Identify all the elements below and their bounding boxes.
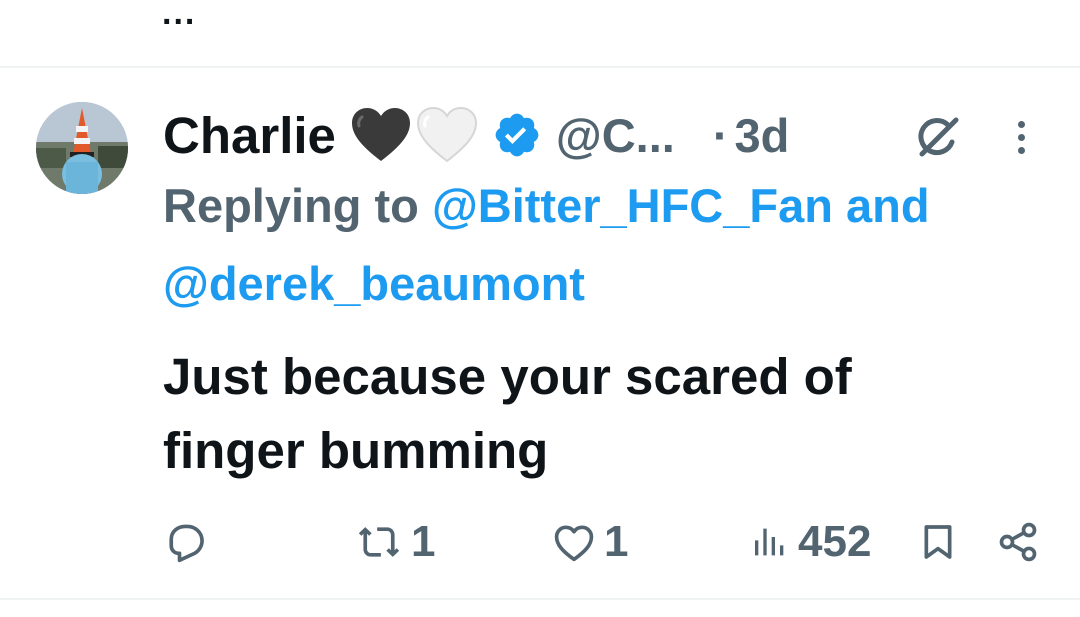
black-heart-icon [351, 108, 410, 161]
view-count: 452 [798, 517, 872, 566]
like-button[interactable]: 1 [552, 512, 628, 572]
retweet-icon [358, 527, 400, 557]
replying-to-conjunction[interactable]: and [846, 179, 930, 232]
author-handle[interactable]: @C... [556, 108, 675, 163]
verified-badge-icon[interactable] [492, 110, 542, 160]
replying-to-label: Replying to [163, 179, 419, 232]
like-count: 1 [604, 517, 629, 566]
separator-dot: · [712, 108, 729, 162]
grok-icon[interactable] [912, 112, 962, 167]
tweet-text-line: Just because your scared of [163, 348, 852, 405]
previous-tweet-ellipsis: ... [162, 0, 197, 32]
bookmark-icon [924, 525, 952, 559]
replying-to: Replying to @Bitter_HFC_Fan and [163, 178, 930, 233]
bookmark-button[interactable] [918, 512, 958, 572]
reply-button[interactable] [163, 512, 215, 572]
retweet-count: 1 [411, 517, 436, 566]
tweet-actions: 1 1 452 [0, 512, 1080, 572]
like-icon [554, 525, 594, 562]
retweet-button[interactable]: 1 [355, 512, 435, 572]
more-options-icon[interactable] [1006, 115, 1036, 159]
white-heart-icon [416, 107, 477, 163]
share-button[interactable] [996, 512, 1040, 572]
replying-to-line-2: @derek_beaumont [163, 256, 585, 311]
name-emoji [350, 107, 478, 163]
timestamp[interactable]: 3d [735, 108, 790, 163]
replying-to-user-1[interactable]: @Bitter_HFC_Fan [432, 179, 833, 232]
author-name[interactable]: Charlie [163, 106, 336, 165]
tweet-text: Just because your scared of finger bummi… [163, 340, 1043, 488]
tweet-text-line: finger bumming [163, 422, 549, 479]
views-button[interactable]: 452 [750, 512, 871, 572]
replying-to-user-2[interactable]: @derek_beaumont [163, 257, 585, 310]
tweet-header: Charlie @C... · 3d [163, 104, 789, 166]
share-icon [999, 522, 1037, 562]
reply-icon [169, 524, 204, 563]
avatar[interactable] [36, 102, 128, 194]
tweet-divider-bottom [0, 598, 1080, 600]
tweet-divider-top [0, 66, 1080, 68]
views-icon [755, 528, 784, 556]
